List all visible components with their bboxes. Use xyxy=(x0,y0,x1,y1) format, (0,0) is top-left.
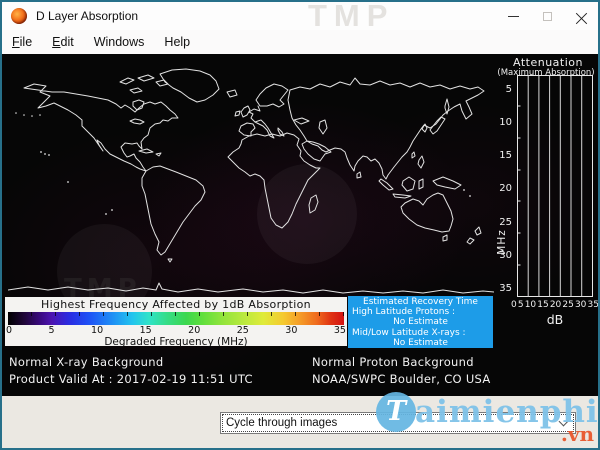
chevron-down-icon xyxy=(559,417,569,427)
recovery-xrays-value: No Estimate xyxy=(348,338,493,348)
y-tick-label: 20 xyxy=(499,183,512,194)
recovery-xrays-label: Mid/Low Latitude X-rays : xyxy=(348,328,493,338)
x-tick-label: 10 xyxy=(525,300,536,310)
x-tick-label: 15 xyxy=(537,300,548,310)
footer-bar: Cycle through images xyxy=(2,396,598,448)
combobox-value: Cycle through images xyxy=(221,417,560,429)
y-tick-label: 35 xyxy=(499,283,512,294)
tmp-watermark: TMP xyxy=(308,0,394,34)
legend-tick-label: 0 xyxy=(6,325,12,336)
legend-tick-label: 35 xyxy=(334,325,346,336)
x-tick-label: 30 xyxy=(575,300,586,310)
menu-edit[interactable]: Edit xyxy=(42,32,84,52)
app-window: D Layer Absorption TMP File Edit Windows… xyxy=(0,0,600,450)
source-credit: NOAA/SWPC Boulder, CO USA xyxy=(312,371,491,388)
attenuation-y-unit: MHz xyxy=(496,212,508,272)
legend-tick-label: 30 xyxy=(285,325,297,336)
maximize-icon xyxy=(543,12,552,21)
plot-area: TMP xyxy=(2,54,598,396)
minimize-icon xyxy=(508,16,519,17)
sun-app-icon xyxy=(11,8,27,24)
legend-ticks: 0 5 10 15 20 25 30 35 xyxy=(5,325,347,336)
maximize-button[interactable] xyxy=(530,2,564,30)
menu-help[interactable]: Help xyxy=(154,32,200,52)
y-tick-label: 15 xyxy=(499,150,512,161)
legend-colorbar xyxy=(8,312,344,325)
legend-tick-label: 10 xyxy=(91,325,103,336)
x-tick-label: 5 xyxy=(518,300,524,310)
x-tick-label: 0 xyxy=(511,300,517,310)
legend-tick-label: 15 xyxy=(140,325,152,336)
close-button[interactable] xyxy=(564,2,598,30)
legend-x-label: Degraded Frequency (MHz) xyxy=(5,336,347,348)
menu-windows[interactable]: Windows xyxy=(84,32,155,52)
legend-title: Highest Frequency Affected by 1dB Absorp… xyxy=(5,297,347,311)
x-tick-label: 25 xyxy=(562,300,573,310)
x-tick-label: 35 xyxy=(588,300,599,310)
close-icon xyxy=(576,11,587,22)
recovery-time-box: Estimated Recovery Time High Latitude Pr… xyxy=(348,296,493,348)
legend-tick-label: 5 xyxy=(49,325,55,336)
recovery-title: Estimated Recovery Time xyxy=(348,297,493,307)
attenuation-x-unit: dB xyxy=(517,312,593,327)
world-map xyxy=(8,62,494,294)
x-tick-label: 20 xyxy=(550,300,561,310)
legend-tick-label: 25 xyxy=(237,325,249,336)
y-tick-label: 5 xyxy=(506,84,512,95)
frequency-legend: Highest Frequency Affected by 1dB Absorp… xyxy=(5,297,347,346)
cycle-images-combobox[interactable]: Cycle through images xyxy=(220,412,576,434)
title-bar: D Layer Absorption TMP xyxy=(2,2,598,30)
window-controls xyxy=(496,2,598,30)
legend-tick-label: 20 xyxy=(188,325,200,336)
proton-status: Normal Proton Background xyxy=(312,354,491,371)
attenuation-x-axis: 05101520253035 xyxy=(511,300,599,310)
menu-bar: File Edit Windows Help xyxy=(2,30,598,54)
recovery-protons-label: High Latitude Protons : xyxy=(348,307,493,317)
status-left: Normal X-ray Background Product Valid At… xyxy=(9,354,253,388)
menu-file[interactable]: File xyxy=(2,32,42,52)
recovery-protons-value: No Estimate xyxy=(348,317,493,327)
product-valid-time: Product Valid At : 2017-02-19 11:51 UTC xyxy=(9,371,253,388)
xray-status: Normal X-ray Background xyxy=(9,354,253,371)
attenuation-chart xyxy=(517,75,593,297)
y-tick-label: 10 xyxy=(499,117,512,128)
status-right: Normal Proton Background NOAA/SWPC Bould… xyxy=(312,354,491,388)
window-title: D Layer Absorption xyxy=(36,9,138,23)
minimize-button[interactable] xyxy=(496,2,530,30)
